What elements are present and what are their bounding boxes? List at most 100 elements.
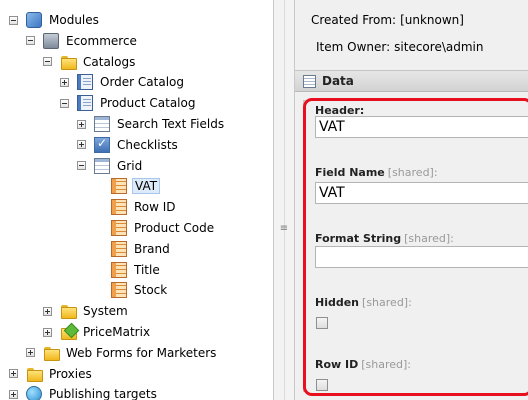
tree-item-system[interactable]: System — [43, 301, 130, 321]
created-from-row: Created From: [unknown] — [311, 13, 464, 27]
modules-icon — [26, 12, 42, 28]
checklist-icon — [94, 136, 110, 153]
expand-icon[interactable] — [60, 77, 69, 87]
tree-item-brand[interactable]: Brand — [94, 239, 172, 259]
splitter-rule — [284, 0, 285, 400]
tree-item-order-catalog[interactable]: Order Catalog — [60, 72, 186, 92]
tree-item-label[interactable]: Grid — [115, 158, 144, 174]
expand-icon[interactable] — [43, 327, 52, 337]
tree-item-search-text-fields[interactable]: Search Text Fields — [77, 114, 226, 134]
shared-tag: [shared]: — [404, 232, 454, 245]
tree-item-row-id[interactable]: Row ID — [94, 197, 178, 217]
tree-item-title[interactable]: Title — [94, 260, 162, 280]
field-bar — [303, 352, 306, 392]
tree-item-product-catalog[interactable]: Product Catalog — [60, 93, 197, 113]
field-hidden: Hidden [shared]: — [303, 290, 528, 335]
field-name-input[interactable]: VAT — [315, 182, 528, 204]
tree-item-label[interactable]: Product Code — [132, 220, 216, 236]
tree-item-label[interactable]: Title — [132, 262, 162, 278]
field-bar — [303, 162, 306, 207]
field-icon — [111, 240, 127, 257]
tree-item-catalogs[interactable]: Catalogs — [43, 52, 137, 72]
tree-item-label[interactable]: Stock — [132, 282, 169, 298]
collapse-icon[interactable] — [43, 57, 52, 67]
expand-icon[interactable] — [43, 306, 52, 316]
tree-item-vat[interactable]: VAT — [94, 176, 161, 196]
tree-item-label[interactable]: Product Catalog — [98, 95, 197, 111]
folder-icon — [43, 345, 60, 361]
field-bar — [303, 290, 306, 330]
field-icon — [111, 261, 127, 278]
collapse-icon[interactable] — [9, 15, 18, 25]
field-label-text: Field Name — [315, 166, 385, 179]
item-editor: Created From: [unknown] Item Owner: siteco… — [295, 0, 528, 400]
field-label: Row ID [shared]: — [315, 358, 411, 371]
content-tree: Modules Ecommerce Catalogs Order Catalog Pro… — [0, 0, 273, 400]
format-string-input[interactable] — [315, 246, 528, 268]
section-icon — [303, 74, 316, 88]
tree-item-label[interactable]: Search Text Fields — [115, 116, 226, 132]
hidden-checkbox[interactable] — [316, 317, 328, 329]
shared-tag: [shared]: — [387, 166, 438, 179]
field-icon — [111, 220, 127, 236]
tree-item-label[interactable]: Catalogs — [81, 54, 137, 70]
tree-item-label[interactable]: Order Catalog — [98, 74, 186, 90]
tree-item-modules[interactable]: Modules — [9, 10, 101, 30]
tree-item-publishing-targets[interactable]: Publishing targets — [9, 384, 159, 400]
data-section-header[interactable]: Data — [295, 70, 528, 92]
collapse-icon[interactable] — [26, 36, 35, 46]
field-label: Hidden [shared]: — [315, 296, 412, 309]
tree-item-product-code[interactable]: Product Code — [94, 218, 216, 238]
tree-item-label[interactable]: Proxies — [47, 366, 94, 382]
expand-icon[interactable] — [9, 369, 18, 379]
table-icon — [94, 157, 110, 174]
tree-item-label[interactable]: PriceMatrix — [81, 324, 152, 340]
tree-item-proxies[interactable]: Proxies — [9, 364, 94, 384]
collapse-icon[interactable] — [60, 98, 69, 108]
tree-item-label[interactable]: Publishing targets — [47, 386, 159, 400]
expand-icon[interactable] — [77, 119, 86, 129]
ecommerce-icon — [43, 32, 59, 49]
globe-icon — [26, 386, 42, 400]
tree-item-label[interactable]: Checklists — [115, 137, 180, 153]
row-id-checkbox[interactable] — [316, 379, 328, 391]
pricematrix-icon — [60, 324, 77, 340]
tree-item-label[interactable]: System — [81, 303, 130, 319]
field-label-text: Row ID — [315, 358, 359, 371]
shared-tag: [shared]: — [362, 296, 412, 309]
expand-icon[interactable] — [26, 348, 35, 358]
folder-icon — [26, 366, 43, 382]
tree-item-checklists[interactable]: Checklists — [77, 135, 180, 155]
tree-item-label[interactable]: VAT — [132, 178, 161, 195]
header-input[interactable]: VAT — [315, 116, 528, 138]
table-icon — [94, 116, 110, 132]
field-bar — [303, 228, 306, 270]
tree-item-pricematrix[interactable]: PriceMatrix — [43, 322, 152, 342]
tree-item-grid[interactable]: Grid — [77, 156, 144, 176]
field-label: Format String [shared]: — [315, 232, 454, 245]
tree-item-label[interactable]: Ecommerce — [64, 33, 139, 49]
splitter-grip-icon[interactable]: ≡ — [277, 222, 291, 236]
expand-icon[interactable] — [77, 140, 86, 150]
catalog-icon — [77, 95, 93, 112]
tree-item-ecommerce[interactable]: Ecommerce — [26, 31, 139, 51]
tree-item-web-forms-for-marketers[interactable]: Web Forms for Marketers — [26, 343, 218, 363]
tree-item-label[interactable]: Web Forms for Marketers — [64, 345, 218, 361]
created-from-label: Created From: — [311, 13, 397, 27]
field-format-string: Format String [shared]: — [303, 228, 528, 278]
tree-item-label[interactable]: Modules — [47, 12, 101, 28]
item-owner-value: sitecore\admin — [394, 40, 484, 54]
pane-splitter[interactable]: ≡ — [273, 0, 295, 400]
collapse-icon[interactable] — [77, 161, 86, 171]
tree-item-label[interactable]: Row ID — [132, 199, 178, 215]
shared-tag: [shared]: — [361, 358, 412, 371]
tree-item-stock[interactable]: Stock — [94, 280, 169, 300]
tree-item-label[interactable]: Brand — [132, 241, 172, 257]
expand-icon[interactable] — [9, 389, 18, 399]
catalog-icon — [77, 74, 93, 91]
